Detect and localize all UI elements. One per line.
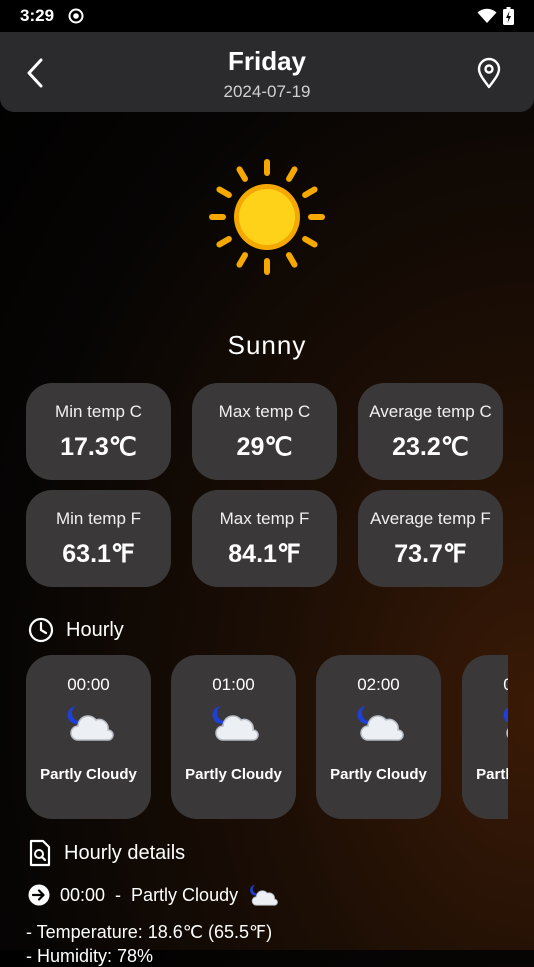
hour-condition: Partly Cloudy	[330, 766, 427, 783]
hourly-details-title: Hourly details	[64, 841, 186, 864]
detail-temperature: - Temperature: 18.6℃ (65.5℉)	[26, 922, 273, 942]
record-icon	[68, 8, 84, 24]
partly-cloudy-night-icon	[67, 706, 114, 741]
detail-humidity: - Humidity: 78%	[26, 946, 154, 966]
partly-cloudy-night-icon	[357, 706, 404, 741]
battery-icon	[503, 7, 514, 25]
hourly-card[interactable]: 01:00 Partly Cloudy	[171, 655, 296, 819]
stat-card-max-temp-f: Max temp F 84.1℉	[192, 490, 337, 587]
stat-card-min-temp-f: Min temp F 63.1℉	[26, 490, 171, 587]
stat-label: Average temp F	[370, 509, 491, 528]
wifi-icon	[477, 8, 497, 23]
location-pin-icon	[477, 57, 501, 89]
hourly-detail-entry[interactable]: 00:00 - Partly Cloudy	[28, 882, 278, 908]
hour-condition: Partly Cloudy	[40, 766, 137, 783]
hourly-details-section-header: Hourly details	[28, 839, 185, 867]
hour-time: 03:00	[503, 675, 508, 694]
hourly-forecast-list[interactable]: 00:00 Partly Cloudy 01:00 Partly Cloudy …	[26, 655, 508, 821]
partly-cloudy-night-icon	[503, 707, 508, 738]
sun-icon	[209, 159, 325, 275]
hourly-section-header: Hourly	[28, 617, 124, 643]
partly-cloudy-night-icon	[212, 706, 259, 741]
stat-value: 84.1℉	[228, 540, 301, 568]
stat-value: 73.7℉	[394, 540, 467, 568]
hourly-card[interactable]: 00:00 Partly Cloudy	[26, 655, 151, 819]
stat-label: Min temp C	[55, 402, 142, 421]
stat-value: 63.1℉	[62, 540, 135, 568]
detail-condition: Partly Cloudy	[131, 884, 239, 905]
status-bar: 3:29	[0, 0, 534, 32]
hour-condition: Partly Cloudy	[185, 766, 282, 783]
weather-condition: Sunny	[227, 330, 307, 360]
hourly-card[interactable]: 03:00 Partly Cloudy	[462, 655, 508, 819]
status-time: 3:29	[20, 6, 55, 25]
stat-card-average-temp-c: Average temp C 23.2℃	[358, 383, 503, 480]
top-app-bar: Friday 2024-07-19	[0, 32, 534, 112]
stat-label: Max temp C	[218, 402, 311, 421]
stat-card-min-temp-c: Min temp C 17.3℃	[26, 383, 171, 480]
hour-time: 02:00	[357, 675, 400, 694]
stat-card-max-temp-c: Max temp C 29℃	[192, 383, 337, 480]
page-title: Friday	[227, 46, 307, 76]
page-subtitle-date: 2024-07-19	[223, 82, 311, 101]
arrow-right-circle-icon	[28, 884, 50, 906]
stat-label: Min temp F	[55, 509, 142, 528]
stat-label: Average temp C	[369, 402, 492, 421]
stat-label: Max temp F	[219, 509, 310, 528]
stat-value: 29℃	[236, 433, 293, 461]
clock-icon	[28, 617, 54, 643]
stat-value: 17.3℃	[60, 433, 137, 461]
document-search-icon	[29, 839, 51, 867]
stat-card-average-temp-f: Average temp F 73.7℉	[358, 490, 503, 587]
detail-separator: -	[115, 884, 122, 905]
hourly-title: Hourly	[66, 618, 124, 641]
hour-time: 01:00	[212, 675, 255, 694]
stat-value: 23.2℃	[392, 433, 469, 461]
hourly-card[interactable]: 02:00 Partly Cloudy	[316, 655, 441, 819]
hour-time: 00:00	[67, 675, 110, 694]
hour-condition: Partly Cloudy	[476, 766, 508, 783]
location-button[interactable]	[474, 56, 504, 90]
partly-cloudy-night-icon	[250, 884, 278, 906]
detail-time: 00:00	[60, 884, 106, 905]
